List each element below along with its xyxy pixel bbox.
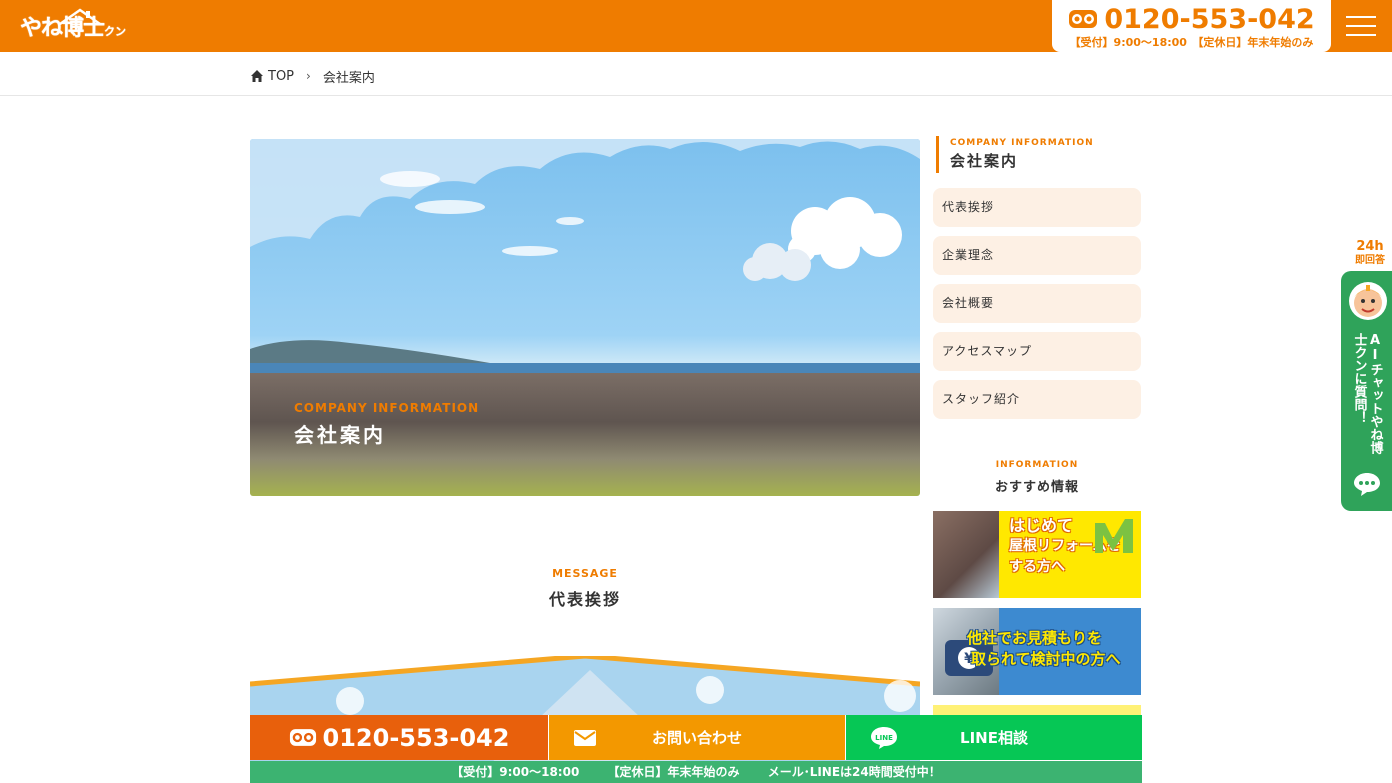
banner-third[interactable] (933, 705, 1141, 715)
info-title: おすすめ情報 (994, 480, 1079, 495)
chevron-right-icon: › (306, 69, 311, 83)
sidebar-item-access[interactable]: アクセスマップ (933, 332, 1141, 371)
sidebar-item-staff[interactable]: スタッフ紹介 (933, 380, 1141, 419)
sidebar-subtitle: COMPANY INFORMATION (950, 138, 1094, 148)
hero-title: 会社案内 (294, 423, 386, 447)
hero-subtitle: COMPANY INFORMATION (294, 401, 480, 415)
logo-text: やね博士クン (20, 16, 127, 41)
logo-mark: やね博士クン (20, 6, 127, 46)
freedial-icon (1069, 10, 1098, 28)
freedial-icon (289, 729, 316, 746)
banner-first-reform[interactable]: はじめて 屋根リフォームを する方へ (933, 511, 1141, 598)
bottom-holiday: 【定休日】年末年始のみ (607, 765, 740, 779)
chat-tab-label: AIチャットやね博士クンに質問！ (1351, 333, 1383, 454)
bottom-line-label: LINE相談 (960, 729, 1028, 747)
bottom-contact-button[interactable]: お問い合わせ (548, 715, 845, 760)
message-title: 代表挨拶 (548, 590, 621, 609)
chat-bubble-icon (1354, 473, 1380, 496)
site-header: やね博士クン 0120-553-042 【受付】9:00～18:00 【定休日】… (0, 0, 1392, 52)
chat-24h-label: 24h 即回答 (1355, 239, 1385, 267)
banner-other-estimate[interactable]: ¥ 他社でお見積もりを 取られて検討中の方へ (933, 608, 1141, 695)
info-subtitle: INFORMATION (995, 460, 1079, 470)
bottom-hours: 【受付】9:00～18:00 (451, 765, 580, 779)
bottom-line-button[interactable]: LINE LINE相談 (845, 715, 1142, 760)
sidebar-title: 会社案内 (950, 152, 1019, 170)
line-icon: LINE (871, 726, 897, 749)
banner-line: する方へ (1009, 559, 1065, 575)
sidebar-item-philosophy[interactable]: 企業理念 (933, 236, 1141, 275)
header-phone-box[interactable]: 0120-553-042 【受付】9:00～18:00 【定休日】年末年始のみ (1052, 0, 1331, 52)
bottom-24h-note: メール･LINEは24時間受付中！ (767, 765, 941, 779)
ai-chat-tab[interactable]: AIチャットやね博士クンに質問！ (1341, 271, 1392, 511)
bottom-contact-label: お問い合わせ (651, 729, 742, 747)
bottom-tel-button[interactable]: 0120-553-042 (250, 715, 548, 760)
bottom-hours-strip: 【受付】9:00～18:00 【定休日】年末年始のみ メール･LINEは24時間… (250, 761, 1142, 783)
checkmark-icon (1095, 519, 1133, 553)
breadcrumb-top-link[interactable]: TOP (268, 69, 294, 84)
breadcrumb: TOP › 会社案内 (250, 66, 375, 86)
site-logo[interactable]: やね博士クン (20, 6, 127, 46)
banner-line: 取られて検討中の方へ (971, 650, 1121, 668)
sidebar-item-message[interactable]: 代表挨拶 (933, 188, 1141, 227)
bottom-cta-bar: 0120-553-042 お問い合わせ LINE LINE相談 【受付】9:00… (250, 715, 1142, 783)
sidebar-item-overview[interactable]: 会社概要 (933, 284, 1141, 323)
home-icon (251, 70, 263, 82)
divider (0, 95, 1392, 96)
banner-line: 他社でお見積もりを (967, 629, 1103, 647)
hero-image: COMPANY INFORMATION 会社案内 (250, 139, 920, 496)
mascot-face-icon (1349, 282, 1387, 320)
hamburger-menu-icon[interactable] (1342, 12, 1380, 40)
message-subtitle: MESSAGE (552, 567, 618, 580)
svg-text:LINE: LINE (875, 734, 893, 742)
bottom-tel-label: 0120-553-042 (322, 723, 510, 752)
mail-icon (574, 729, 596, 746)
header-hours: 【受付】9:00～18:00 【定休日】年末年始のみ (1069, 36, 1314, 49)
sidebar-heading: COMPANY INFORMATION 会社案内 (936, 136, 1094, 173)
breadcrumb-current: 会社案内 (322, 70, 375, 86)
header-phone-number[interactable]: 0120-553-042 (1104, 4, 1314, 35)
